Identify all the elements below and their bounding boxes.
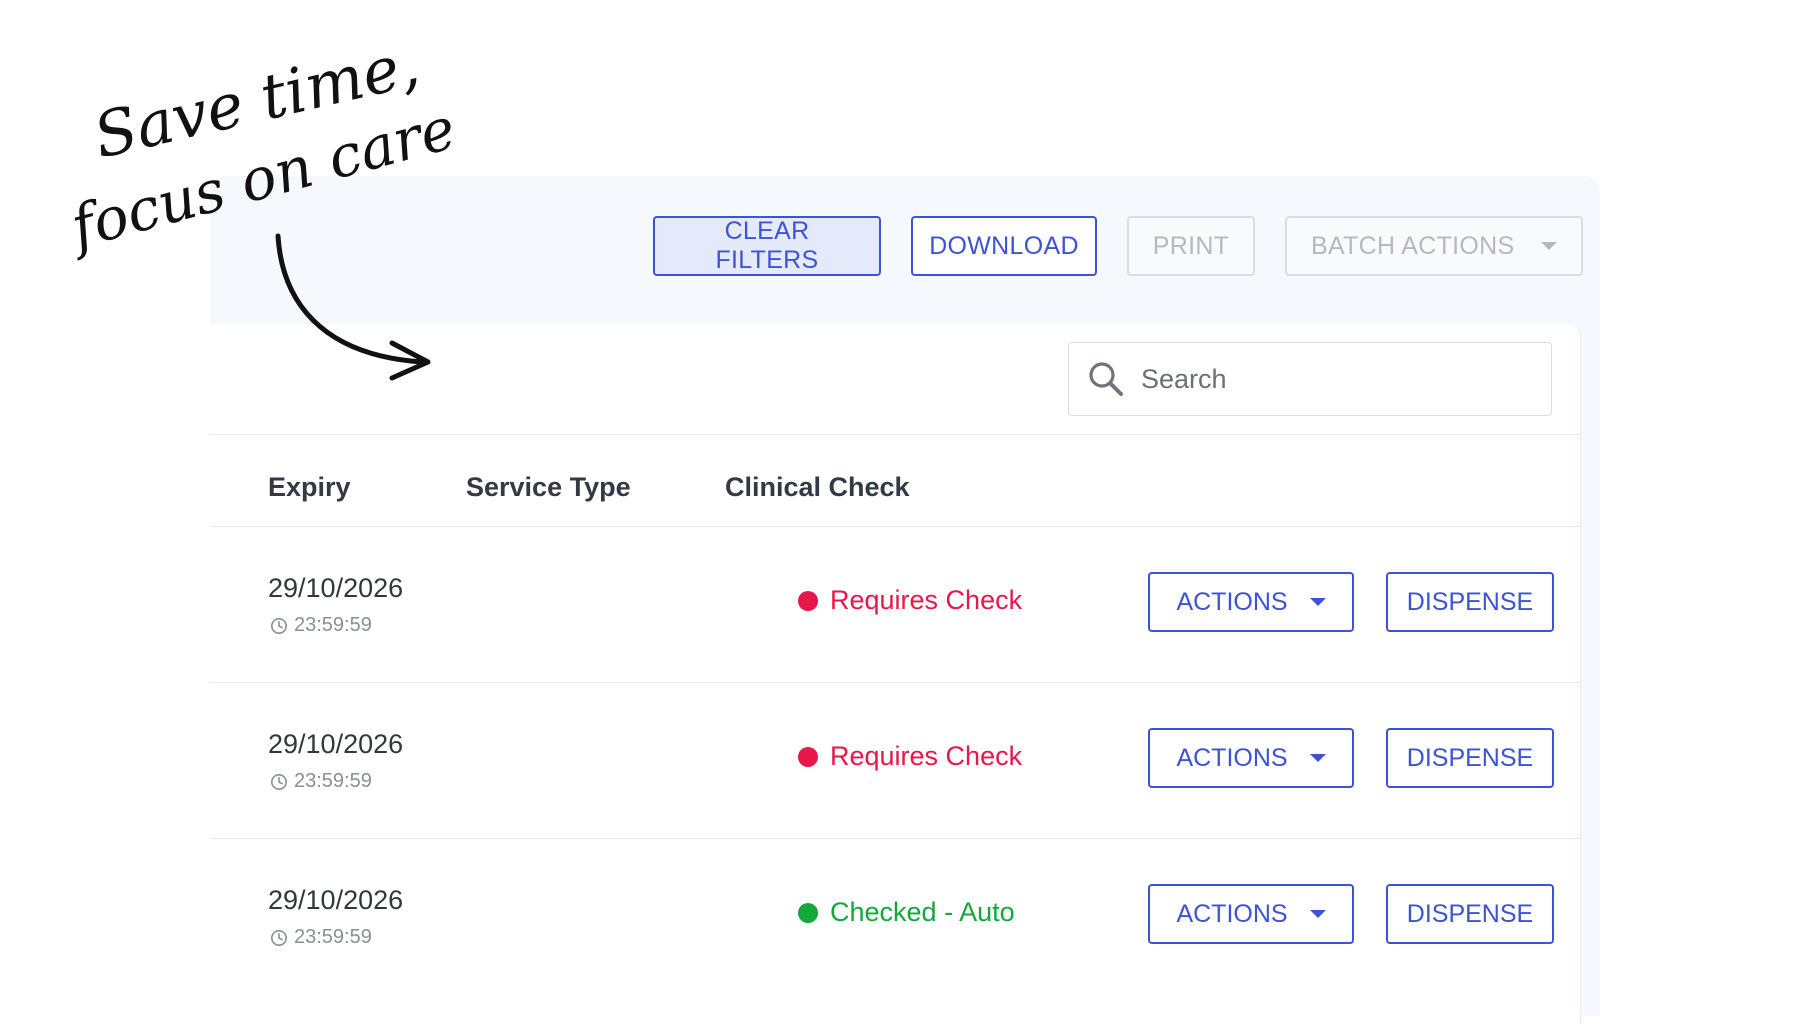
actions-label: ACTIONS (1176, 899, 1288, 928)
table-card: Expiry Service Type Clinical Check 29/10… (210, 324, 1581, 1024)
search-input[interactable] (1139, 362, 1523, 396)
batch-actions-label: BATCH ACTIONS (1311, 231, 1515, 260)
download-button[interactable]: DOWNLOAD (911, 216, 1097, 276)
status-dot-icon (798, 746, 818, 767)
clinical-check-text: Requires Check (830, 741, 1023, 771)
expiry-time-text: 23:59:59 (294, 614, 372, 636)
dispense-button[interactable]: DISPENSE (1386, 728, 1554, 788)
actions-button[interactable]: ACTIONS (1148, 884, 1354, 944)
expiry-time: 23:59:59 (270, 770, 372, 793)
table-row: 29/10/2026 23:59:59 Checked - Auto ACTIO… (210, 839, 1580, 994)
expiry-time: 23:59:59 (270, 926, 372, 949)
prescriptions-panel: CLEAR FILTERS DOWNLOAD PRINT BATCH ACTIO… (210, 176, 1600, 1024)
expiry-date: 29/10/2026 (268, 729, 404, 759)
batch-actions-button[interactable]: BATCH ACTIONS (1285, 216, 1583, 276)
clinical-check-text: Checked - Auto (830, 897, 1015, 927)
chevron-down-icon (1541, 242, 1557, 250)
clear-filters-button[interactable]: CLEAR FILTERS (653, 216, 881, 276)
status-dot-icon (798, 590, 818, 611)
annotation-line-1: Save time, (87, 27, 426, 173)
dispense-button[interactable]: DISPENSE (1386, 572, 1554, 632)
expiry-date: 29/10/2026 (268, 885, 404, 915)
clock-icon (270, 617, 288, 635)
expiry-time-text: 23:59:59 (294, 770, 372, 792)
search-box[interactable] (1068, 342, 1552, 416)
status-dot-icon (798, 902, 818, 923)
toolbar: CLEAR FILTERS DOWNLOAD PRINT BATCH ACTIO… (653, 216, 1583, 276)
table-row: 29/10/2026 23:59:59 Requires Check ACTIO… (210, 683, 1580, 838)
clock-icon (270, 773, 288, 791)
actions-label: ACTIONS (1176, 743, 1288, 772)
actions-label: ACTIONS (1176, 587, 1288, 616)
chevron-down-icon (1309, 598, 1326, 606)
expiry-time-text: 23:59:59 (294, 926, 372, 948)
divider (210, 434, 1580, 435)
clinical-check-status: Checked - Auto (798, 897, 1015, 928)
dispense-button[interactable]: DISPENSE (1386, 884, 1554, 944)
expiry-time: 23:59:59 (270, 614, 372, 637)
chevron-down-icon (1309, 754, 1326, 762)
actions-button[interactable]: ACTIONS (1148, 728, 1354, 788)
clinical-check-text: Requires Check (830, 585, 1023, 615)
column-header-service-type[interactable]: Service Type (466, 472, 631, 503)
search-icon (1087, 360, 1125, 398)
table-row: 29/10/2026 23:59:59 Requires Check ACTIO… (210, 527, 1580, 682)
column-header-expiry[interactable]: Expiry (268, 472, 351, 503)
clinical-check-status: Requires Check (798, 741, 1022, 772)
chevron-down-icon (1309, 910, 1326, 918)
actions-button[interactable]: ACTIONS (1148, 572, 1354, 632)
print-button[interactable]: PRINT (1127, 216, 1255, 276)
column-header-clinical-check[interactable]: Clinical Check (725, 472, 910, 503)
expiry-date: 29/10/2026 (268, 573, 404, 603)
clock-icon (270, 929, 288, 947)
clinical-check-status: Requires Check (798, 585, 1022, 616)
